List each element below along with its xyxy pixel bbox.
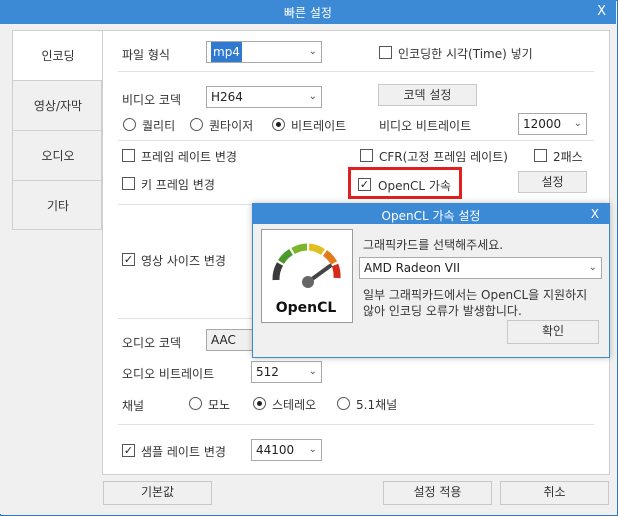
keyframe-change-label: 키 프레임 변경 <box>141 178 215 192</box>
nav-item-encoding[interactable]: 인코딩 <box>13 31 103 81</box>
mode-quantizer-radio[interactable] <box>190 118 203 131</box>
opencl-logo-text: OpenCL <box>276 300 337 316</box>
audio-codec-select[interactable]: AAC <box>206 329 254 351</box>
video-bitrate-select[interactable]: 12000 ⌄ <box>518 113 587 135</box>
nav-item-other[interactable]: 기타 <box>13 181 103 231</box>
mode-quality-radio[interactable] <box>123 118 136 131</box>
chevron-down-icon: ⌄ <box>308 444 317 455</box>
highlight-box <box>348 167 462 199</box>
chevron-down-icon: ⌄ <box>573 118 582 129</box>
mode-quality-label: 퀄리티 <box>142 119 176 133</box>
channel-mono-label: 모노 <box>208 398 231 412</box>
video-codec-select[interactable]: H264 ⌄ <box>206 86 322 108</box>
framerate-change-label: 프레임 레이트 변경 <box>141 150 237 164</box>
mode-bitrate-radio[interactable] <box>272 118 285 131</box>
samplerate-checkbox[interactable]: ✓ <box>122 444 135 457</box>
video-bitrate-label: 비디오 비트레이트 <box>379 119 472 133</box>
channel-stereo-label: 스테레오 <box>272 398 317 412</box>
window-titlebar[interactable]: 빠른 설정 X <box>0 0 616 24</box>
codec-settings-button[interactable]: 코덱 설정 <box>378 84 477 106</box>
audio-bitrate-value: 512 <box>256 365 279 379</box>
cancel-button[interactable]: 취소 <box>500 481 609 505</box>
file-format-label: 파일 형식 <box>122 48 170 62</box>
insert-time-checkbox[interactable] <box>379 46 392 59</box>
channel-mono-radio[interactable] <box>189 397 202 410</box>
settings-nav: 인코딩 영상/자막 오디오 기타 <box>12 30 103 231</box>
divider <box>118 71 594 72</box>
nav-item-video-subtitle[interactable]: 영상/자막 <box>13 81 103 131</box>
divider <box>118 204 252 205</box>
keyframe-change-checkbox[interactable] <box>122 177 135 190</box>
samplerate-value: 44100 <box>256 443 295 457</box>
dialog-prompt: 그래픽카드를 선택해주세요. <box>363 238 504 252</box>
cfr-checkbox[interactable] <box>360 149 373 162</box>
gpu-value: AMD Radeon VII <box>364 261 461 275</box>
mode-bitrate-label: 비트레이트 <box>291 119 347 133</box>
chevron-down-icon: ⌄ <box>308 46 317 57</box>
nav-item-audio[interactable]: 오디오 <box>13 131 103 181</box>
samplerate-label: 샘플 레이트 변경 <box>141 445 226 459</box>
apply-button[interactable]: 설정 적용 <box>383 481 492 505</box>
audio-bitrate-label: 오디오 비트레이트 <box>122 367 215 381</box>
mode-quantizer-label: 퀀타이저 <box>209 119 254 133</box>
opencl-settings-button[interactable]: 설정 <box>518 171 587 193</box>
dialog-titlebar[interactable]: OpenCL 가속 설정 X <box>253 204 609 224</box>
file-format-select[interactable]: mp4 ⌄ <box>206 41 322 63</box>
dialog-ok-button[interactable]: 확인 <box>507 320 599 344</box>
gpu-select[interactable]: AMD Radeon VII ⌄ <box>359 257 602 279</box>
dialog-note-line1: 일부 그래픽카드에서는 OpenCL을 지원하지 <box>363 288 588 302</box>
window-title: 빠른 설정 <box>284 6 332 20</box>
video-bitrate-value: 12000 <box>523 117 562 131</box>
cfr-label: CFR(고정 프레임 레이트) <box>379 150 508 164</box>
channel-stereo-radio[interactable] <box>253 397 266 410</box>
file-format-value: mp4 <box>211 42 242 62</box>
chevron-down-icon: ⌄ <box>308 366 317 377</box>
chevron-down-icon: ⌄ <box>308 91 317 102</box>
opencl-logo: OpenCL <box>261 229 353 323</box>
default-button[interactable]: 기본값 <box>103 481 212 505</box>
window-close-button[interactable]: X <box>597 4 606 19</box>
dialog-close-button[interactable]: X <box>591 207 599 221</box>
channel-surround-radio[interactable] <box>337 397 350 410</box>
divider <box>118 318 252 319</box>
insert-time-label: 인코딩한 시각(Time) 넣기 <box>398 47 533 61</box>
audio-codec-label: 오디오 코덱 <box>122 336 182 350</box>
framerate-change-checkbox[interactable] <box>122 149 135 162</box>
divider <box>118 140 594 141</box>
audio-codec-value: AAC <box>211 333 236 347</box>
audio-bitrate-select[interactable]: 512 ⌄ <box>251 361 322 383</box>
resize-label: 영상 사이즈 변경 <box>141 254 226 268</box>
dialog-title: OpenCL 가속 설정 <box>381 209 481 223</box>
dialog-note-line2: 않아 인코딩 오류가 발생합니다. <box>363 304 522 318</box>
video-codec-label: 비디오 코덱 <box>122 93 182 107</box>
resize-checkbox[interactable]: ✓ <box>122 253 135 266</box>
video-codec-value: H264 <box>211 90 243 104</box>
divider <box>118 424 594 425</box>
opencl-gauge-icon: OpenCL <box>272 243 341 316</box>
two-pass-label: 2패스 <box>553 150 583 164</box>
chevron-down-icon: ⌄ <box>588 262 597 273</box>
samplerate-select[interactable]: 44100 ⌄ <box>251 439 322 461</box>
two-pass-checkbox[interactable] <box>534 149 547 162</box>
channel-surround-label: 5.1채널 <box>356 398 398 412</box>
channel-label: 채널 <box>122 399 145 413</box>
opencl-dialog: OpenCL 가속 설정 X OpenCL 그래픽카드를 선택해주세요. AMD… <box>252 203 610 358</box>
